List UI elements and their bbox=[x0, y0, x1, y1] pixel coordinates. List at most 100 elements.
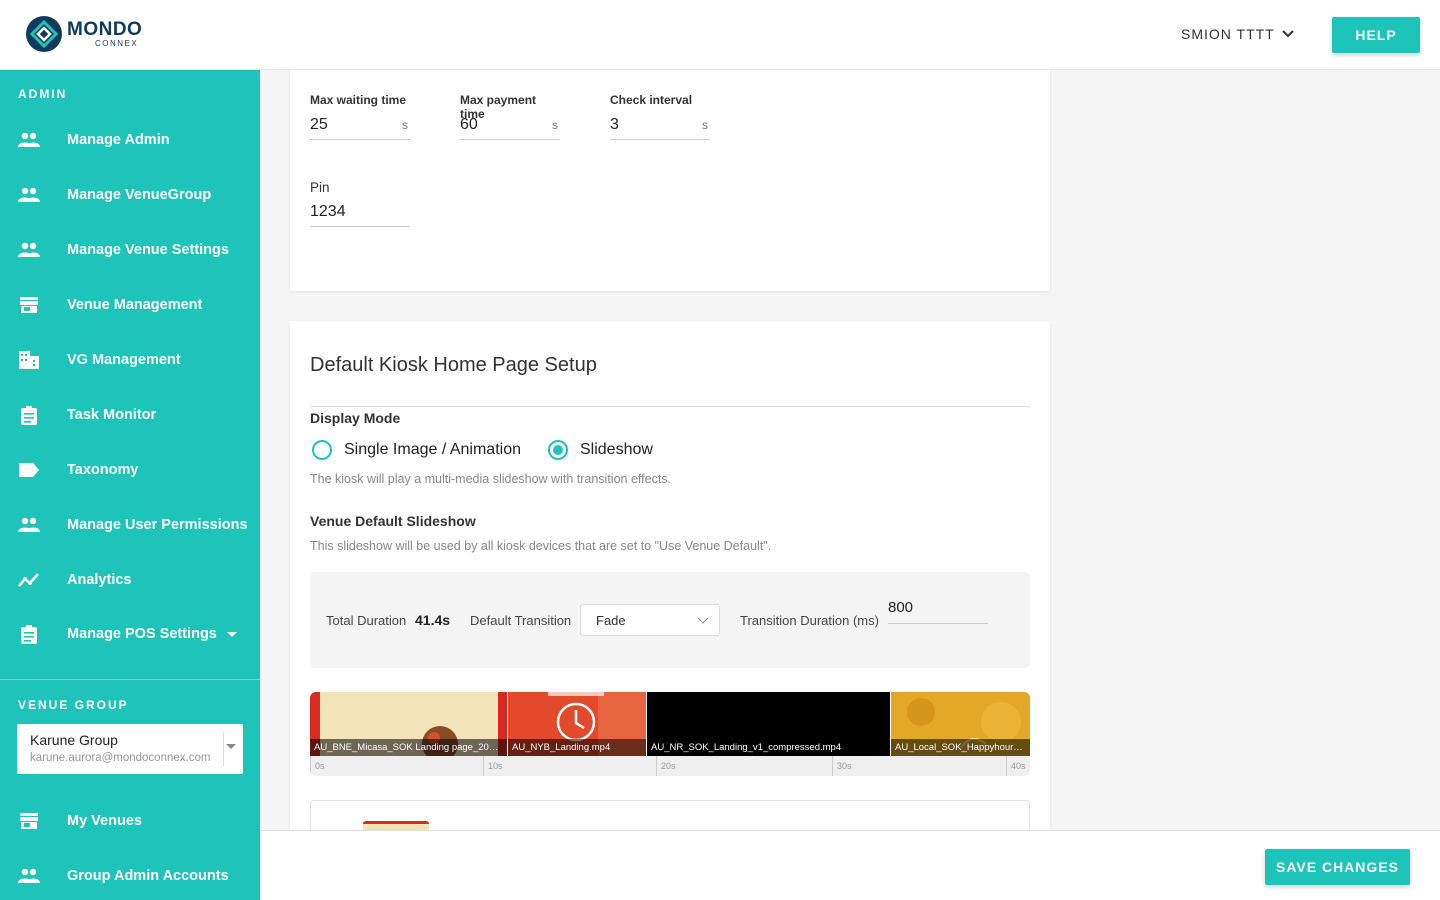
sidebar-item-manage-pos-settings[interactable]: Manage POS Settings bbox=[0, 614, 260, 654]
slideshow-helper-text: The kiosk will play a multi-media slides… bbox=[310, 472, 672, 486]
venue-group-select[interactable]: Karune Group karune.aurora@mondoconnex.c… bbox=[17, 724, 243, 774]
divider bbox=[310, 406, 1030, 407]
venue-group-email: karune.aurora@mondoconnex.com bbox=[30, 752, 211, 764]
sidebar-item-taxonomy[interactable]: Taxonomy bbox=[0, 450, 260, 490]
kiosk-setup-card: Default Kiosk Home Page Setup Display Mo… bbox=[290, 321, 1050, 881]
pin-value: 1234 bbox=[310, 203, 346, 220]
sidebar-item-manage-venuegroup[interactable]: Manage VenueGroup bbox=[0, 175, 260, 215]
user-menu[interactable]: SMION TTTT bbox=[1181, 26, 1295, 42]
analytics-icon bbox=[18, 569, 40, 591]
default-transition-select[interactable]: Fade bbox=[580, 604, 720, 636]
people-icon bbox=[18, 865, 40, 887]
transition-duration-input[interactable]: 800 bbox=[888, 599, 988, 624]
sidebar-item-label: Group Admin Accounts bbox=[67, 868, 229, 884]
clip-name: AU_BNE_Micasa_SOK Landing page_2023... bbox=[310, 739, 507, 756]
sidebar-item-label: My Venues bbox=[67, 813, 142, 829]
radio-label: Single Image / Animation bbox=[344, 441, 521, 458]
sidebar-item-label: Task Monitor bbox=[67, 407, 157, 423]
sidebar-item-venue-management[interactable]: Venue Management bbox=[0, 285, 260, 325]
sidebar-item-vg-management[interactable]: VG Management bbox=[0, 340, 260, 380]
people-icon bbox=[18, 184, 40, 206]
sidebar-item-my-venues[interactable]: My Venues bbox=[0, 801, 260, 841]
people-icon bbox=[18, 129, 40, 151]
mondo-logo[interactable]: MONDO CONNEX bbox=[25, 15, 142, 53]
seconds-unit: s bbox=[402, 118, 408, 132]
timeline-clip[interactable]: AU_BNE_Micasa_SOK Landing page_2023... bbox=[310, 692, 508, 756]
max-payment-time-field: Max payment time 60 s bbox=[460, 93, 560, 140]
timeline-tick: 40s bbox=[1006, 756, 1026, 776]
payment-settings-card: Max waiting time 25 s Max payment time 6… bbox=[290, 70, 1050, 291]
timeline-tick: 20s bbox=[656, 756, 676, 776]
kiosk-setup-title: Default Kiosk Home Page Setup bbox=[310, 354, 597, 376]
pin-label: Pin bbox=[310, 180, 330, 195]
check-interval-label: Check interval bbox=[610, 93, 693, 107]
people-icon bbox=[18, 514, 40, 536]
max-waiting-time-value: 25 bbox=[310, 116, 328, 133]
select-separator bbox=[223, 732, 224, 766]
sidebar-item-label: Venue Management bbox=[67, 297, 203, 313]
sidebar-item-label: VG Management bbox=[67, 352, 181, 368]
timeline-tick: 30s bbox=[832, 756, 852, 776]
max-payment-time-input[interactable]: 60 s bbox=[460, 115, 560, 140]
check-interval-input[interactable]: 3 s bbox=[610, 115, 710, 140]
sidebar-item-analytics[interactable]: Analytics bbox=[0, 560, 260, 600]
slideshow-timeline: AU_BNE_Micasa_SOK Landing page_2023... A… bbox=[310, 692, 1030, 776]
seconds-unit: s bbox=[552, 118, 558, 132]
label-icon bbox=[18, 459, 40, 481]
help-button[interactable]: HELP bbox=[1332, 17, 1420, 53]
store-icon bbox=[18, 294, 40, 316]
seconds-unit: s bbox=[702, 118, 708, 132]
clip-name: AU_Local_SOK_Happyhour_... bbox=[891, 739, 1030, 756]
sidebar-divider bbox=[0, 679, 260, 680]
radio-label: Slideshow bbox=[580, 441, 653, 458]
clip-name: AU_NYB_Landing.mp4 bbox=[508, 739, 646, 756]
radio-circle bbox=[312, 440, 332, 460]
max-waiting-time-input[interactable]: 25 s bbox=[310, 115, 410, 140]
total-duration-value: 41.4s bbox=[415, 612, 451, 628]
max-waiting-time-field: Max waiting time 25 s bbox=[310, 93, 410, 140]
pin-input[interactable]: 1234 bbox=[310, 202, 410, 227]
venue-default-slideshow-label: Venue Default Slideshow bbox=[310, 513, 476, 529]
radio-circle-selected bbox=[548, 440, 568, 460]
check-interval-field: Check interval 3 s bbox=[610, 93, 710, 140]
sidebar: ADMIN Manage Admin Manage VenueGroup Man… bbox=[0, 70, 260, 900]
admin-section-label: ADMIN bbox=[18, 87, 68, 101]
clipboard-icon bbox=[18, 404, 40, 426]
sidebar-item-manage-user-permissions[interactable]: Manage User Permissions bbox=[0, 505, 260, 545]
slideshow-settings-panel: Total Duration 41.4s Default Transition … bbox=[310, 572, 1030, 668]
sidebar-item-manage-admin[interactable]: Manage Admin bbox=[0, 120, 260, 160]
venue-group-section-label: VENUE GROUP bbox=[18, 698, 129, 712]
radio-single-image[interactable]: Single Image / Animation bbox=[312, 440, 521, 460]
timeline-clip[interactable]: AU_NR_SOK_Landing_v1_compressed.mp4 bbox=[647, 692, 891, 756]
sidebar-item-task-monitor[interactable]: Task Monitor bbox=[0, 395, 260, 435]
sidebar-item-label: Analytics bbox=[67, 572, 132, 588]
sidebar-item-manage-venue-settings[interactable]: Manage Venue Settings bbox=[0, 230, 260, 270]
footer-bar: SAVE CHANGES bbox=[260, 830, 1440, 900]
sidebar-item-label: Manage POS Settings bbox=[67, 626, 217, 642]
timeline-clip[interactable]: AU_Local_SOK_Happyhour_... bbox=[891, 692, 1030, 756]
sidebar-item-label: Manage Venue Settings bbox=[67, 242, 229, 258]
top-bar: MONDO CONNEX SMION TTTT HELP bbox=[0, 0, 1440, 70]
building-icon bbox=[18, 349, 40, 371]
total-duration-label: Total Duration bbox=[326, 613, 407, 628]
caret-down-icon bbox=[226, 744, 236, 749]
timeline-tick: 10s bbox=[483, 756, 503, 776]
default-transition-value: Fade bbox=[596, 613, 626, 628]
sidebar-item-group-admin-accounts[interactable]: Group Admin Accounts bbox=[0, 856, 260, 896]
max-payment-time-value: 60 bbox=[460, 116, 478, 133]
caret-down-icon bbox=[226, 631, 237, 637]
store-icon bbox=[18, 810, 40, 832]
sidebar-item-label: Taxonomy bbox=[67, 462, 139, 478]
timeline-clip[interactable]: AU_NYB_Landing.mp4 bbox=[508, 692, 647, 756]
sidebar-item-label: Manage VenueGroup bbox=[67, 187, 212, 203]
transition-duration-label: Transition Duration (ms) bbox=[740, 613, 879, 628]
sidebar-item-label: Manage Admin bbox=[67, 132, 170, 148]
default-transition-label: Default Transition bbox=[470, 613, 572, 628]
venue-group-name: Karune Group bbox=[30, 732, 118, 748]
user-name: SMION TTTT bbox=[1181, 26, 1275, 42]
clipboard-icon bbox=[18, 623, 40, 645]
chevron-down-icon bbox=[697, 612, 709, 624]
radio-slideshow[interactable]: Slideshow bbox=[548, 440, 653, 460]
pin-field: Pin 1234 bbox=[310, 180, 410, 227]
save-changes-button[interactable]: SAVE CHANGES bbox=[1265, 849, 1410, 885]
